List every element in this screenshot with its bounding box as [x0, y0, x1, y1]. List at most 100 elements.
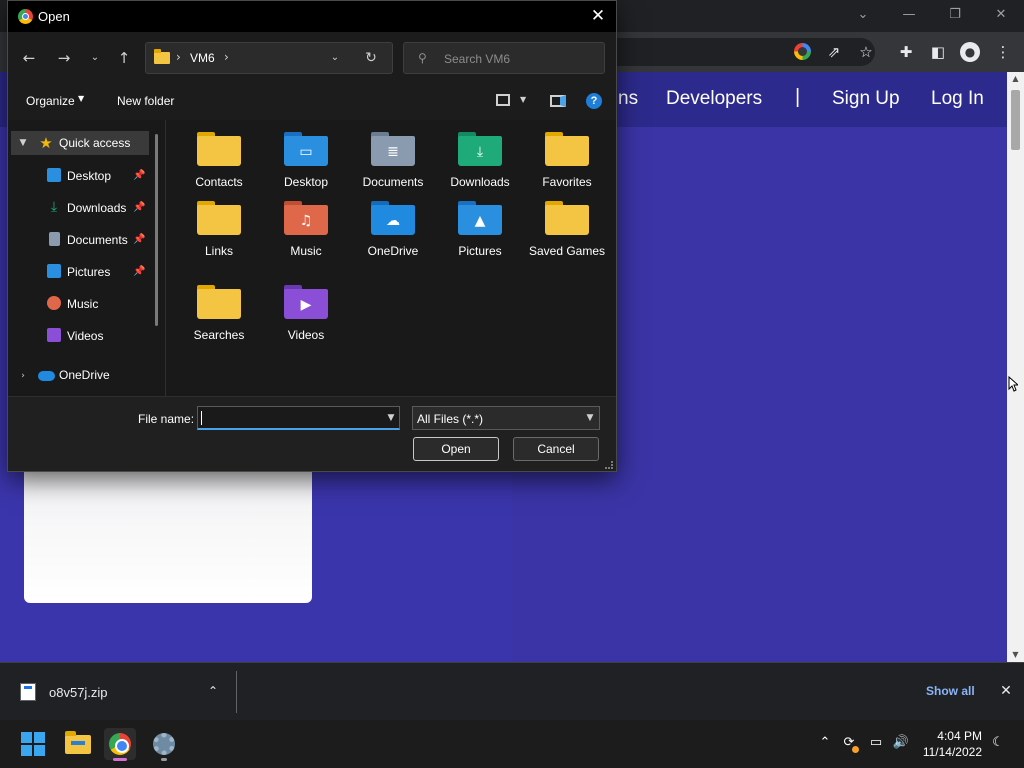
- back-arrow-icon[interactable]: ←: [20, 49, 38, 67]
- folder-label: Documents: [362, 175, 424, 189]
- nav-label-videos: Videos: [67, 329, 104, 343]
- folder-label: Saved Games: [528, 244, 606, 258]
- search-input[interactable]: ⚲ Search VM6: [403, 42, 605, 74]
- dialog-close-icon[interactable]: ✕: [586, 5, 610, 27]
- address-breadcrumb[interactable]: › VM6 › ⌄ ↻: [145, 42, 393, 74]
- focus-moon-icon[interactable]: ☾: [989, 734, 1007, 752]
- file-type-value: All Files (*.*): [417, 412, 484, 426]
- caret-down-icon[interactable]: ▼: [78, 94, 84, 103]
- recent-locations-chevron-icon[interactable]: ⌄: [86, 49, 104, 67]
- music-folder-icon: ♫: [284, 201, 328, 235]
- minimize-icon[interactable]: —: [895, 4, 923, 26]
- organize-button[interactable]: Organize: [26, 94, 75, 108]
- folder-icon: [154, 49, 170, 64]
- nav-label-pictures: Pictures: [67, 265, 111, 279]
- up-arrow-icon[interactable]: ↑: [115, 49, 133, 67]
- chrome-icon[interactable]: [104, 728, 136, 760]
- nav-pane-scrollbar[interactable]: [155, 134, 158, 326]
- chevron-up-tray-icon[interactable]: ⌃: [816, 734, 834, 752]
- download-shelf: o8v57j.zip ⌃ Show all ✕: [0, 662, 1024, 720]
- content-card: [24, 472, 312, 603]
- nav-link-partial[interactable]: ns: [618, 88, 638, 110]
- download-arrow-icon: ⤓: [50, 199, 58, 215]
- volume-icon[interactable]: 🔊: [892, 734, 910, 752]
- pin-icon[interactable]: 📌: [133, 170, 145, 182]
- start-windows-icon[interactable]: [17, 728, 49, 760]
- documents-folder-icon: ≣: [371, 132, 415, 166]
- network-icon[interactable]: ▭: [867, 734, 885, 752]
- scroll-thumb[interactable]: [1011, 90, 1020, 150]
- preview-pane-icon[interactable]: [550, 95, 566, 107]
- bookmark-star-icon[interactable]: ☆: [856, 42, 876, 62]
- folder-label: Pictures: [458, 244, 502, 258]
- file-name-label: File name:: [138, 412, 195, 426]
- folder-label: Music: [290, 244, 322, 258]
- restore-icon[interactable]: ❐: [941, 4, 969, 26]
- folder-label: Favorites: [542, 175, 592, 189]
- folder-label: Contacts: [195, 175, 243, 189]
- chevron-right-icon[interactable]: ›: [17, 370, 29, 382]
- desktop-icon: [47, 168, 61, 182]
- extensions-puzzle-icon[interactable]: ✚: [896, 42, 916, 62]
- music-note-icon: [47, 296, 61, 310]
- open-button[interactable]: Open: [413, 437, 499, 461]
- tab-search-icon[interactable]: ⌄: [849, 4, 877, 26]
- document-icon: [49, 232, 60, 246]
- chrome-icon: [18, 9, 33, 24]
- folder-icon: [197, 201, 241, 235]
- resize-grip-icon[interactable]: [605, 461, 613, 469]
- file-explorer-icon[interactable]: [62, 728, 94, 760]
- address-dropdown-icon[interactable]: ⌄: [326, 49, 344, 67]
- cancel-button[interactable]: Cancel: [513, 437, 599, 461]
- show-all-button[interactable]: Show all: [926, 684, 975, 698]
- close-window-icon[interactable]: ✕: [987, 4, 1015, 26]
- chevron-up-icon[interactable]: ⌃: [204, 682, 222, 700]
- pin-icon[interactable]: 📌: [133, 266, 145, 278]
- pin-icon[interactable]: 📌: [133, 234, 145, 246]
- folder-label: OneDrive: [367, 244, 419, 258]
- download-file-name[interactable]: o8v57j.zip: [49, 685, 108, 700]
- share-icon[interactable]: ⇗: [824, 42, 844, 62]
- chevron-down-icon[interactable]: ▼: [583, 410, 597, 426]
- google-lens-icon[interactable]: [792, 42, 812, 62]
- star-icon: ★: [39, 134, 53, 152]
- nav-link-signup[interactable]: Sign Up: [832, 88, 900, 110]
- refresh-icon[interactable]: ↻: [362, 49, 380, 67]
- dialog-titlebar: Open ✕: [8, 1, 616, 32]
- breadcrumb-chevron-icon[interactable]: ›: [224, 50, 229, 64]
- pin-icon[interactable]: 📌: [133, 202, 145, 214]
- file-type-select[interactable]: All Files (*.*) ▼: [412, 406, 600, 430]
- breadcrumb-vm6[interactable]: VM6: [190, 51, 215, 65]
- scroll-down-icon[interactable]: ▼: [1007, 648, 1024, 662]
- folder-label: Videos: [287, 328, 325, 342]
- scroll-up-icon[interactable]: ▲: [1007, 72, 1024, 86]
- clock-time[interactable]: 4:04 PM: [926, 729, 982, 743]
- settings-running-indicator: [161, 758, 167, 761]
- onedrive-folder-icon: ☁: [371, 201, 415, 235]
- clock-date[interactable]: 11/14/2022: [916, 745, 982, 759]
- chevron-down-icon[interactable]: ▼: [17, 137, 29, 149]
- menu-kebab-icon[interactable]: ⋮: [993, 42, 1013, 62]
- chevron-down-icon[interactable]: ▼: [384, 410, 398, 426]
- file-name-input[interactable]: [197, 406, 400, 430]
- search-placeholder: Search VM6: [444, 52, 511, 66]
- side-panel-icon[interactable]: ◧: [928, 42, 948, 62]
- nav-separator: |: [795, 86, 801, 108]
- page-scrollbar[interactable]: ▲ ▼: [1007, 72, 1024, 662]
- breadcrumb-chevron-icon[interactable]: ›: [176, 50, 181, 64]
- help-icon[interactable]: ?: [586, 93, 602, 109]
- settings-gear-icon[interactable]: [148, 728, 180, 760]
- profile-avatar-icon[interactable]: ●: [960, 42, 980, 62]
- search-icon: ⚲: [418, 51, 427, 65]
- nav-link-login[interactable]: Log In: [931, 88, 984, 110]
- nav-item-quick-access[interactable]: ▼ ★ Quick access: [11, 131, 149, 155]
- caret-down-icon[interactable]: ▼: [520, 95, 526, 104]
- video-icon: [47, 328, 61, 342]
- nav-link-developers[interactable]: Developers: [666, 88, 762, 110]
- new-folder-button[interactable]: New folder: [117, 94, 174, 108]
- change-view-icon[interactable]: [496, 94, 510, 106]
- folder-label: Downloads: [450, 175, 510, 189]
- forward-arrow-icon[interactable]: →: [55, 49, 73, 67]
- close-shelf-icon[interactable]: ✕: [997, 682, 1015, 700]
- open-file-dialog: Open ✕ ← → ⌄ ↑ › VM6 › ⌄ ↻ ⚲ Search VM6 …: [7, 0, 617, 472]
